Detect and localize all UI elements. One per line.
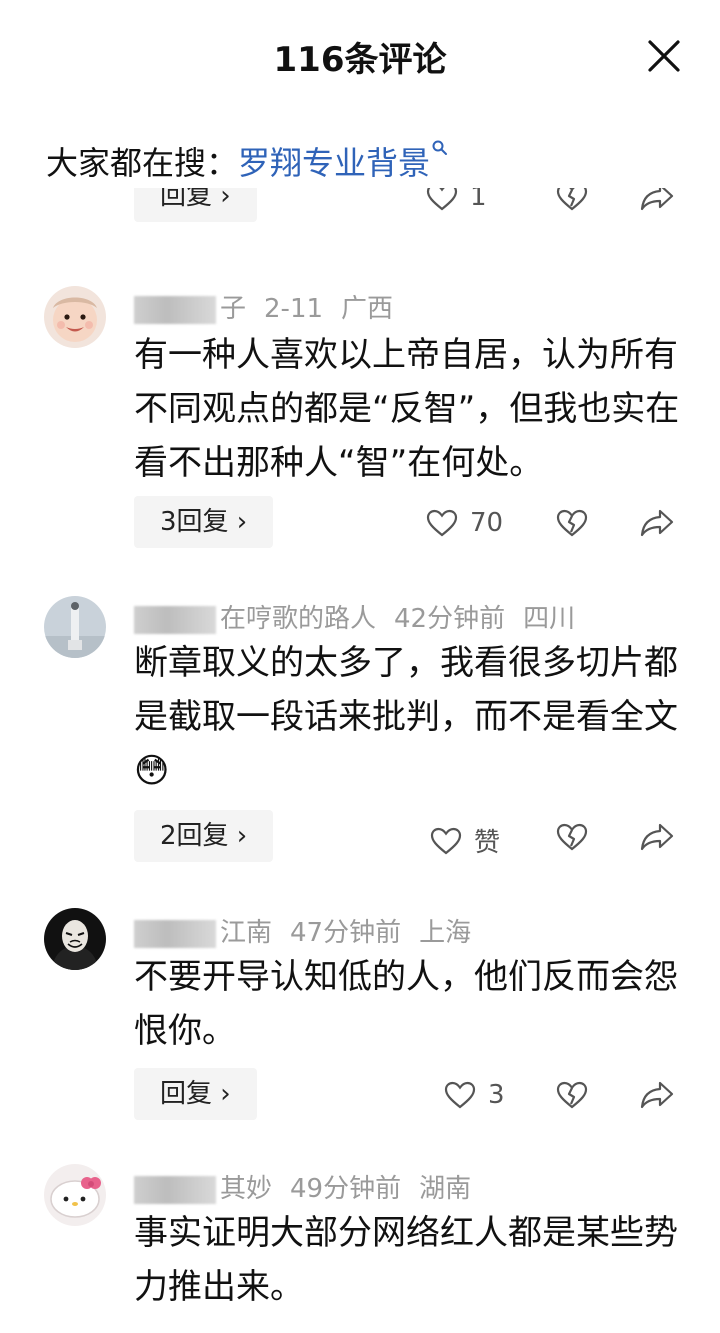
page-title: 116条评论 [273,40,447,80]
username[interactable]: 子 [220,294,246,324]
trending-keyword: 罗翔专业背景 [238,144,431,182]
share-icon [640,188,674,211]
blurred-username [134,295,216,324]
dislike-button[interactable] [556,508,588,538]
blurred-username [134,1175,216,1204]
dislike-button[interactable] [556,188,588,212]
broken-heart-icon [556,188,588,211]
location: 湖南 [419,1174,472,1204]
timestamp: 42分钟前 [394,604,506,634]
timestamp: 49分钟前 [290,1174,402,1204]
avatar[interactable] [44,596,106,658]
location: 四川 [523,604,576,634]
avatar[interactable] [44,1164,106,1226]
trending-keyword-link[interactable]: 罗翔专业背景 [238,140,448,182]
blurred-username [134,919,216,948]
like-button[interactable]: 赞 [430,822,500,859]
comment-text: 不要开导认知低的人，他们反而会怨恨你。 [134,957,678,1051]
broken-heart-icon [556,509,588,537]
comment-text: 事实证明大部分网络红人都是某些势力推出来。 [134,1213,678,1307]
like-button[interactable]: 3 [444,1080,505,1110]
dislike-button[interactable] [556,822,588,852]
comment-item: 其妙 49分钟前 湖南 事实证明大部分网络红人都是某些势力推出来。 [0,1164,720,1333]
broken-heart-icon [556,823,588,851]
comment-meta: 江南 47分钟前 上海 [134,912,489,949]
username[interactable]: 其妙 [220,1174,272,1204]
comment-meta: 子 2-11 广西 [134,288,411,325]
like-count: 70 [470,508,504,538]
broken-heart-icon [556,1081,588,1109]
comment-item: 江南 47分钟前 上海 不要开导认知低的人，他们反而会怨恨你。 回复 › 3 [0,908,720,1138]
comments-header: 116条评论 [0,0,720,115]
comment-meta: 在哼歌的路人 42分钟前 四川 [134,598,593,635]
heart-icon [426,188,458,211]
avatar[interactable] [44,286,106,348]
share-button[interactable] [640,1080,674,1110]
share-button[interactable] [640,822,674,852]
share-icon [640,1081,674,1109]
heart-icon [430,827,462,854]
share-icon [640,823,674,851]
avatar[interactable] [44,908,106,970]
heart-icon [444,1081,476,1109]
like-button[interactable]: 1 [426,188,487,212]
search-icon [432,140,448,158]
comment-text: 断章取义的太多了，我看很多切片都是截取一段话来批判，而不是看全文 😳 [134,636,694,798]
location: 上海 [419,918,472,948]
timestamp: 47分钟前 [290,918,402,948]
share-button[interactable] [640,508,674,538]
share-button[interactable] [640,188,674,212]
username[interactable]: 江南 [220,918,272,948]
comment-text-body: 断章取义的太多了，我看很多切片都是截取一段话来批判，而不是看全文 [134,643,678,737]
comment-item: 在哼歌的路人 42分钟前 四川 断章取义的太多了，我看很多切片都是截取一段话来批判，… [0,596,720,876]
timestamp: 2-11 [264,294,324,324]
close-icon[interactable] [644,36,684,76]
like-count: 3 [488,1080,505,1110]
trending-search: 大家都在搜：罗翔专业背景 [46,138,448,184]
blurred-username [134,605,216,634]
share-icon [640,509,674,537]
trending-label: 大家都在搜： [46,144,239,182]
like-label: 赞 [474,828,501,858]
like-count: 1 [470,188,487,212]
comment-text: 有一种人喜欢以上帝自居，认为所有不同观点的都是“反智”，但我也实在看不出那种人“… [134,335,680,483]
comment-meta: 其妙 49分钟前 湖南 [134,1168,489,1205]
dislike-button[interactable] [556,1080,588,1110]
username[interactable]: 在哼歌的路人 [220,604,376,634]
heart-icon [426,509,458,537]
comment-item: 子 2-11 广西 有一种人喜欢以上帝自居，认为所有不同观点的都是“反智”，但我也实… [0,280,720,570]
like-button[interactable]: 70 [426,508,503,538]
emoji: 😳 [134,751,170,791]
previous-comment-actions: 回复 › 1 [0,188,720,240]
location: 广西 [341,294,394,324]
